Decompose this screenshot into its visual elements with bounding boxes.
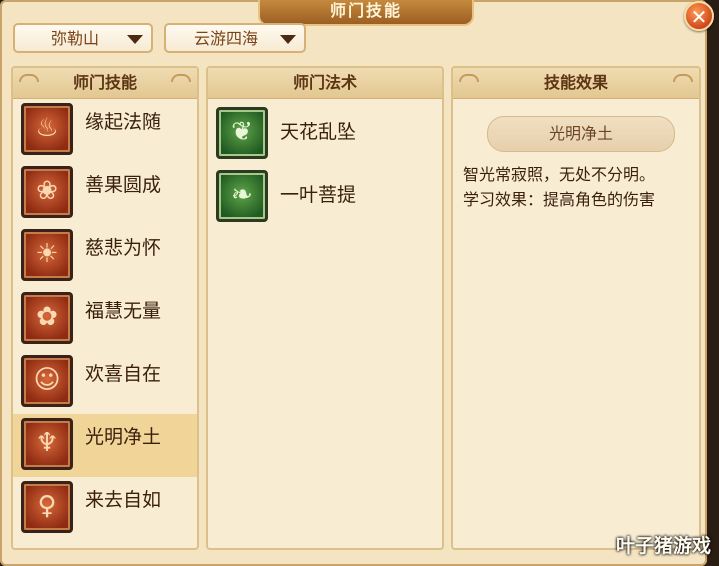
laughing-monk-icon[interactable]: ☺ xyxy=(21,355,73,407)
chevron-down-icon xyxy=(280,35,296,44)
spells-panel: 师门法术 ❦ 天花乱坠 ❧ 一叶菩提 xyxy=(206,66,444,550)
effect-panel-header: 技能效果 xyxy=(453,68,699,99)
sect-dropdown-value: 弥勒山 xyxy=(51,29,100,48)
skill-label: 欢喜自在 xyxy=(85,363,162,385)
spell-row[interactable]: ❦ 天花乱坠 xyxy=(208,99,442,162)
skill-row[interactable]: ☺ 欢喜自在 xyxy=(13,351,197,414)
skill-row[interactable]: ✿ 福慧无量 xyxy=(13,288,197,351)
skill-row[interactable]: ♆ 光明净土 xyxy=(13,414,197,477)
skill-list: ♨ 缘起法随 ❀ 善果圆成 ☀ 慈悲为怀 ✿ 福慧无量 ☺ 欢喜自在 ♆ 光明净土 ♀ 来去自如 xyxy=(13,99,197,540)
spells-panel-header: 师门法术 xyxy=(208,68,442,99)
skill-window: 师门技能 弥勒山 云游四海 师门技能 ♨ 缘起法随 ❀ 善果圆成 ☀ 慈悲为怀 ✿ 福慧无量 ☺… xyxy=(0,0,707,566)
spell-label: 一叶菩提 xyxy=(280,184,357,206)
spells-panel-title: 师门法术 xyxy=(292,73,357,92)
spell-row[interactable]: ❧ 一叶菩提 xyxy=(208,162,442,225)
skill-label: 光明净土 xyxy=(85,426,162,448)
close-button[interactable]: ✕ xyxy=(684,1,714,31)
location-dropdown-value: 云游四海 xyxy=(194,29,259,48)
chevron-down-icon xyxy=(127,35,143,44)
spell-list: ❦ 天花乱坠 ❧ 一叶菩提 xyxy=(208,99,442,225)
effect-panel: 技能效果 光明净土 智光常寂照，无处不分明。 学习效果：提高角色的伤害 xyxy=(451,66,701,550)
ornament-icon xyxy=(171,74,191,82)
skill-label: 缘起法随 xyxy=(85,111,162,133)
ornament-icon xyxy=(19,74,39,82)
location-dropdown[interactable]: 云游四海 xyxy=(164,23,306,53)
skill-row[interactable]: ♀ 来去自如 xyxy=(13,477,197,540)
skills-panel: 师门技能 ♨ 缘起法随 ❀ 善果圆成 ☀ 慈悲为怀 ✿ 福慧无量 ☺ 欢喜自在 ♆ 光明净土 ♀ 来去自如 xyxy=(11,66,199,550)
skill-label: 慈悲为怀 xyxy=(85,237,162,259)
lotus-figure-icon[interactable]: ♨ xyxy=(21,103,73,155)
skill-label: 来去自如 xyxy=(85,489,162,511)
watermark: 叶子猪游戏 xyxy=(615,535,711,557)
skill-row[interactable]: ☀ 慈悲为怀 xyxy=(13,225,197,288)
radiant-stupa-icon[interactable]: ☀ xyxy=(21,229,73,281)
spell-label: 天花乱坠 xyxy=(280,121,357,143)
skills-panel-title: 师门技能 xyxy=(72,73,137,92)
flame-icon[interactable]: ♆ xyxy=(21,418,73,470)
leaf-icon[interactable]: ❧ xyxy=(216,170,268,222)
skill-row[interactable]: ♨ 缘起法随 xyxy=(13,99,197,162)
sect-dropdown[interactable]: 弥勒山 xyxy=(13,23,153,53)
skills-panel-header: 师门技能 xyxy=(13,68,197,99)
effect-skill-name: 光明净土 xyxy=(487,116,675,152)
meditating-figure-icon[interactable]: ♀ xyxy=(21,481,73,533)
flower-icon[interactable]: ✿ xyxy=(21,292,73,344)
effect-panel-title: 技能效果 xyxy=(543,73,608,92)
skill-row[interactable]: ❀ 善果圆成 xyxy=(13,162,197,225)
petals-icon[interactable]: ❦ xyxy=(216,107,268,159)
fruit-icon[interactable]: ❀ xyxy=(21,166,73,218)
close-icon: ✕ xyxy=(690,5,708,29)
effect-line-1: 智光常寂照，无处不分明。 xyxy=(463,165,656,184)
effect-description: 智光常寂照，无处不分明。 学习效果：提高角色的伤害 xyxy=(463,162,693,212)
ornament-icon xyxy=(673,74,693,82)
effect-line-2: 学习效果：提高角色的伤害 xyxy=(463,190,656,209)
ornament-icon xyxy=(459,74,479,82)
skill-label: 福慧无量 xyxy=(85,300,162,322)
skill-label: 善果圆成 xyxy=(85,174,162,196)
